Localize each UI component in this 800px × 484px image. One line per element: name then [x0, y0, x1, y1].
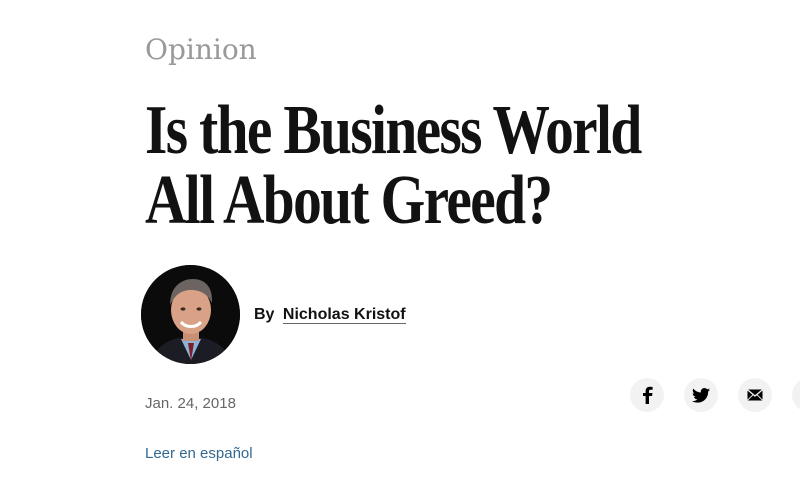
byline-prefix: By: [254, 305, 275, 323]
byline: By Nicholas Kristof: [254, 305, 406, 324]
twitter-icon: [692, 387, 710, 403]
spanish-translation-link[interactable]: Leer en español: [145, 445, 253, 462]
publish-date: Jan. 24, 2018: [145, 395, 236, 412]
facebook-icon: [643, 386, 653, 404]
byline-row: By Nicholas Kristof: [141, 265, 406, 364]
headline-line-2: All About Greed?: [145, 162, 553, 239]
headline-line-1: Is the Business World: [145, 92, 642, 169]
email-icon: [747, 389, 763, 401]
share-twitter-button[interactable]: [684, 378, 718, 412]
section-label[interactable]: Opinion: [145, 36, 257, 64]
share-more-button[interactable]: [792, 378, 800, 412]
share-facebook-button[interactable]: [630, 378, 664, 412]
share-tools: [630, 378, 800, 412]
author-avatar[interactable]: [141, 265, 240, 364]
share-email-button[interactable]: [738, 378, 772, 412]
author-link[interactable]: Nicholas Kristof: [282, 305, 406, 324]
author-photo: [141, 265, 240, 364]
headline: Is the Business World All About Greed?: [145, 92, 642, 239]
article-header: Opinion Is the Business World All About …: [0, 0, 800, 484]
